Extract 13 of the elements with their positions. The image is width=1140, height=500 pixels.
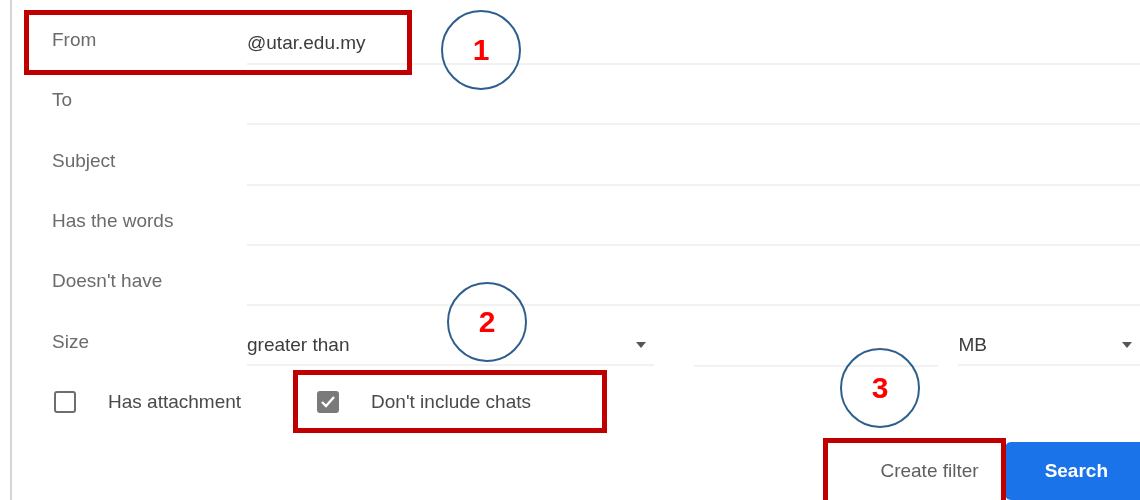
- field-label: Has the words: [52, 210, 175, 232]
- unit-select[interactable]: MB: [958, 325, 1140, 366]
- field-label: Doesn't have: [52, 270, 164, 293]
- field-label: Size: [52, 330, 90, 353]
- step-number: 3: [840, 348, 920, 428]
- checkbox-label: Has attachment: [108, 390, 242, 413]
- field-label: Subject: [52, 149, 117, 172]
- field-label: To: [52, 89, 74, 112]
- checkbox-label: Don't include chats: [371, 390, 532, 413]
- step-number: 1: [441, 10, 521, 90]
- field-label: From: [52, 29, 98, 52]
- step-number: 2: [447, 282, 527, 362]
- search-button[interactable]: Search: [1004, 441, 1140, 500]
